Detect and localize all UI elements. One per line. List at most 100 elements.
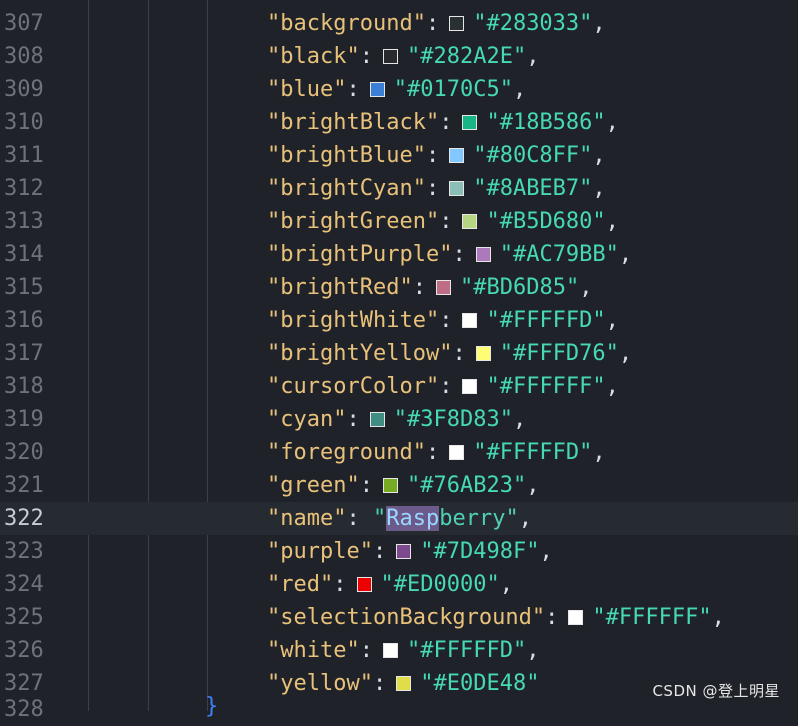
json-value: #E0DE48 [433,671,527,696]
json-key: cyan [280,407,334,432]
color-swatch-icon[interactable] [475,247,491,262]
code-lines[interactable]: 307 "background": "#283033", 308 "black": "#2… [0,0,798,711]
color-swatch-icon[interactable] [475,346,491,361]
line-number: 316 [4,308,44,333]
code-line[interactable]: 320 "foreground": "#FFFFFD", [0,436,798,469]
json-key: brightGreen [280,209,426,234]
code-line[interactable]: 326 "white": "#FFFFFD", [0,634,798,667]
code-editor[interactable]: { 307"background":"#283033",308"black":"… [0,0,798,722]
line-number: 322 [4,506,44,531]
color-swatch-icon[interactable] [462,313,478,328]
code-text: "brightWhite": "#FFFFFD", [267,308,619,333]
line-number: 319 [4,407,44,432]
code-line[interactable]: 314 "brightPurple": "#AC79BB", [0,238,798,271]
color-swatch-icon[interactable] [396,676,412,691]
code-line[interactable]: 311 "brightBlue": "#80C8FF", [0,139,798,172]
json-value: #FFFFFD [420,638,513,663]
code-line[interactable]: 324 "red": "#ED0000", [0,568,798,601]
code-line[interactable]: 322 "name": "Raspberry", [0,502,798,535]
code-text: "yellow": "#E0DE48" [267,671,540,696]
color-swatch-icon[interactable] [568,610,584,625]
line-number: 323 [4,539,44,564]
text-selection: Rasp [386,506,440,531]
color-swatch-icon[interactable] [462,214,478,229]
code-line[interactable]: 309 "blue": "#0170C5", [0,73,798,106]
json-key: brightCyan [280,176,413,201]
code-line[interactable]: 315 "brightRed": "#BD6D85", [0,271,798,304]
code-line[interactable]: 321 "green": "#76AB23", [0,469,798,502]
json-key: brightWhite [280,308,426,333]
json-value: #8ABEB7 [486,176,580,201]
json-key: name [280,506,334,531]
json-value: #76AB23 [420,473,513,498]
json-value: #FFFFFD [499,308,593,333]
line-number: 311 [4,143,44,168]
color-swatch-icon[interactable] [382,49,398,64]
json-value: #283033 [486,11,580,36]
json-value: #AC79BB [512,242,606,267]
json-key: brightYellow [280,341,440,366]
color-swatch-icon[interactable] [369,82,385,97]
code-text: "brightBlue": "#80C8FF", [267,143,606,168]
json-key: selectionBackground [280,605,532,630]
json-key: brightBlue [280,143,413,168]
code-line[interactable]: 313 "brightGreen": "#B5D680", [0,205,798,238]
json-key: white [280,638,347,663]
json-value: #0170C5 [406,77,500,102]
color-swatch-icon[interactable] [449,445,465,460]
line-number: 328 [4,697,44,722]
color-swatch-icon[interactable] [462,115,478,130]
line-number: 315 [4,275,44,300]
color-swatch-icon[interactable] [435,280,451,295]
code-line[interactable]: 307 "background": "#283033", [0,7,798,40]
code-text: "selectionBackground": "#FFFFFF", [267,605,725,630]
code-line[interactable]: 325 "selectionBackground": "#FFFFFF", [0,601,798,634]
code-text: "foreground": "#FFFFFD", [267,440,606,465]
json-key: green [280,473,347,498]
color-swatch-icon[interactable] [356,577,372,592]
color-swatch-icon[interactable] [462,379,478,394]
json-value: #FFFD76 [512,341,606,366]
code-text: "brightBlack": "#18B586", [267,110,619,135]
color-swatch-icon[interactable] [449,16,465,31]
code-text: "background": "#283033", [267,11,606,36]
code-line[interactable]: 319 "cyan": "#3F8D83", [0,403,798,436]
json-key: blue [280,77,334,102]
code-text: "purple": "#7D498F", [267,539,553,564]
json-value: #B5D680 [499,209,593,234]
json-value: #BD6D85 [473,275,566,300]
json-value: #FFFFFD [486,440,580,465]
code-line[interactable]: 318 "cursorColor": "#FFFFFF", [0,370,798,403]
color-swatch-icon[interactable] [449,181,465,196]
json-key: black [280,44,347,69]
code-text: "brightPurple": "#AC79BB", [267,242,633,267]
watermark: CSDN @登上明星 [652,682,780,700]
color-swatch-icon[interactable] [449,148,465,163]
json-value: #3F8D83 [406,407,500,432]
code-line[interactable]: 312 "brightCyan": "#8ABEB7", [0,172,798,205]
code-line[interactable]: 323 "purple": "#7D498F", [0,535,798,568]
line-number: 312 [4,176,44,201]
color-swatch-icon[interactable] [382,643,398,658]
color-swatch-icon[interactable] [382,478,398,493]
code-text: "red": "#ED0000", [267,572,513,597]
code-text: "black": "#282A2E", [267,44,540,69]
code-text: "cyan": "#3F8D83", [267,407,527,432]
json-value: #80C8FF [486,143,580,168]
line-number: 309 [4,77,44,102]
json-value: #ED0000 [393,572,487,597]
json-key: background [280,11,413,36]
line-number: 324 [4,572,44,597]
line-number: 321 [4,473,44,498]
code-text: "brightYellow": "#FFFD76", [267,341,633,366]
code-line[interactable]: 316 "brightWhite": "#FFFFFD", [0,304,798,337]
line-number: 308 [4,44,44,69]
code-text: "brightGreen": "#B5D680", [267,209,619,234]
code-line[interactable]: 317 "brightYellow": "#FFFD76", [0,337,798,370]
code-line[interactable]: 310 "brightBlack": "#18B586", [0,106,798,139]
code-line[interactable]: 308 "black": "#282A2E", [0,40,798,73]
color-swatch-icon[interactable] [369,412,385,427]
code-text: "blue": "#0170C5", [267,77,527,102]
line-number: 313 [4,209,44,234]
color-swatch-icon[interactable] [396,544,412,559]
